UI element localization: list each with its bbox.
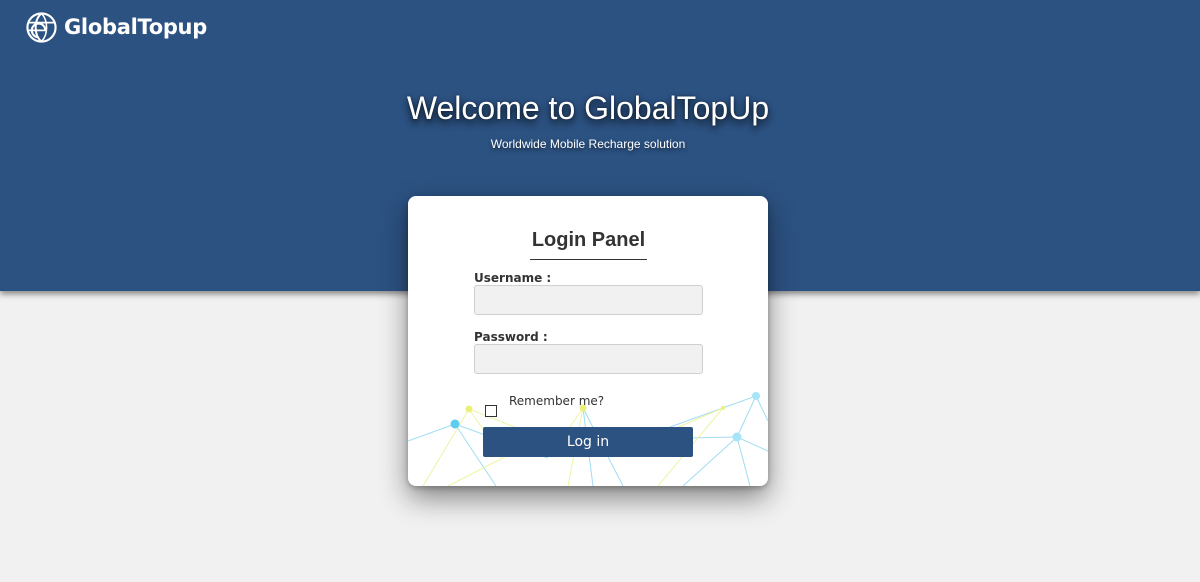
password-label: Password : (474, 330, 548, 344)
remember-me-checkbox[interactable] (485, 405, 497, 417)
password-input[interactable] (474, 344, 703, 374)
brand-logo[interactable]: GlobalTopup (25, 10, 207, 44)
remember-me-label[interactable]: Remember me? (509, 394, 604, 408)
login-panel: Login Panel Username : Password : Rememb… (408, 196, 768, 486)
brand-name: GlobalTopup (64, 15, 207, 39)
globe-icon (26, 11, 57, 43)
welcome-subtitle: Worldwide Mobile Recharge solution (490, 137, 686, 151)
username-input[interactable] (474, 285, 703, 315)
welcome-heading: Welcome to GlobalTopUp (406, 90, 770, 126)
remember-me-row[interactable]: Remember me? (485, 394, 604, 417)
login-panel-title: Login Panel (530, 229, 647, 260)
username-label: Username : (474, 271, 552, 285)
login-button[interactable]: Log in (483, 427, 693, 457)
